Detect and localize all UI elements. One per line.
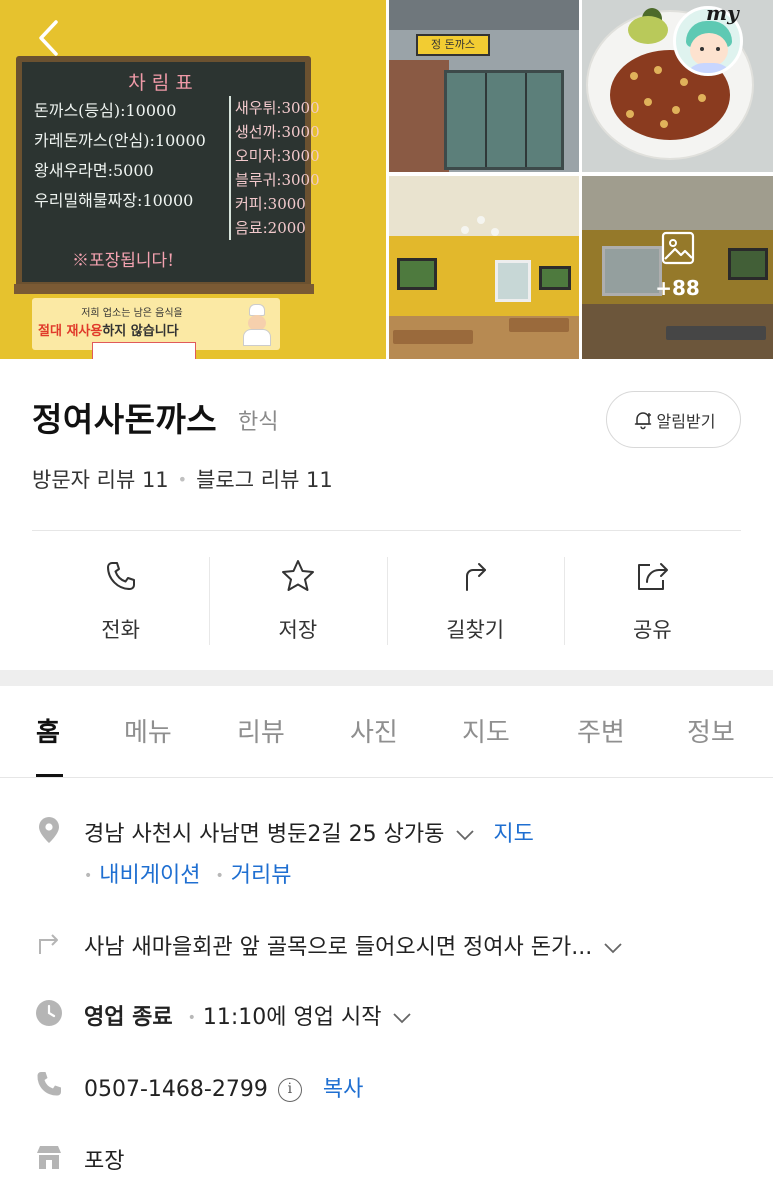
- board-ledge: [14, 284, 314, 294]
- address-row: 경남 사천시 사남면 병둔2길 25 상가동 지도: [84, 816, 534, 848]
- separator-dot: •: [215, 868, 224, 884]
- phone-icon: [37, 1072, 61, 1096]
- directions-label: 길찾기: [446, 618, 505, 642]
- route-icon: [39, 934, 58, 954]
- section-gap: [0, 670, 773, 686]
- store-icon: [37, 1146, 61, 1169]
- menu-board-side-item: 음료:2000: [235, 219, 306, 237]
- separator-dot: •: [177, 469, 188, 489]
- tab-info[interactable]: 정보: [687, 712, 735, 749]
- clock-icon: [36, 1000, 62, 1026]
- blog-reviews-link[interactable]: 블로그 리뷰 11: [196, 464, 333, 494]
- tab-bar: 홈 메뉴 리뷰 사진 지도 주변 정보: [0, 686, 773, 778]
- menu-board-item: 카레돈까스(안심):10000: [34, 131, 206, 150]
- address-links-row: • 내비게이션 • 거리뷰: [84, 857, 291, 889]
- info-icon[interactable]: i: [277, 1078, 302, 1102]
- notify-button-label: 알림받기: [656, 411, 716, 431]
- copy-phone-link[interactable]: 복사: [323, 1077, 363, 1102]
- chevron-down-icon[interactable]: [604, 942, 622, 954]
- place-name: 정여사돈까스: [32, 400, 218, 439]
- photo-gallery[interactable]: 차림표 돈까스(등심):10000 카레돈까스(안심):10000 왕새우라면:…: [0, 0, 773, 359]
- tab-menu[interactable]: 메뉴: [124, 712, 172, 749]
- more-photos-count: +88: [655, 276, 700, 300]
- share-label: 공유: [633, 618, 672, 642]
- star-icon: [281, 560, 314, 591]
- next-open-time: 11:10에 영업 시작: [202, 1005, 382, 1030]
- tab-photos[interactable]: 사진: [350, 712, 398, 749]
- active-tab-indicator: [36, 774, 63, 777]
- tab-map[interactable]: 지도: [462, 712, 510, 749]
- image-icon: [661, 231, 695, 265]
- review-summary: 방문자 리뷰 11 • 블로그 리뷰 11: [32, 464, 333, 494]
- photo-more[interactable]: +88: [582, 176, 773, 359]
- business-status: 영업 종료: [84, 1005, 173, 1030]
- directions-text: 사남 새마을회관 앞 골목으로 들어오시면 정여사 돈가...: [84, 935, 593, 960]
- menu-board-side-item: 오미자:3000: [235, 147, 320, 165]
- separator-dot: •: [187, 1010, 196, 1026]
- tab-reviews[interactable]: 리뷰: [237, 712, 285, 749]
- visitor-reviews-link[interactable]: 방문자 리뷰 11: [32, 464, 169, 494]
- map-link[interactable]: 지도: [493, 822, 533, 847]
- menu-board-title: 차림표: [128, 72, 199, 94]
- menu-board-item: 우리밀해물짜장:10000: [34, 191, 194, 210]
- location-pin-icon: [39, 817, 59, 843]
- address-text: 경남 사천시 사남면 병둔2길 25 상가동: [84, 822, 445, 847]
- phone-row: 0507-1468-2799 i 복사: [84, 1071, 363, 1103]
- bell-plus-icon: [634, 411, 651, 429]
- back-chevron-icon[interactable]: [32, 18, 72, 58]
- tab-home[interactable]: 홈: [36, 712, 60, 749]
- my-label[interactable]: my: [706, 1, 739, 25]
- photo-dining-room[interactable]: [389, 176, 579, 359]
- place-category: 한식: [238, 410, 279, 435]
- menu-board-note: ※포장됩니다!: [72, 251, 175, 271]
- store-sign: 정 돈까스: [416, 34, 490, 56]
- share-icon: [638, 563, 669, 590]
- tab-nearby[interactable]: 주변: [577, 712, 625, 749]
- notify-button[interactable]: 알림받기: [606, 391, 741, 448]
- storefront-door: [444, 70, 564, 170]
- save-label: 저장: [278, 618, 318, 642]
- chalkboard-menu: 차림표 돈까스(등심):10000 카레돈까스(안심):10000 왕새우라면:…: [16, 56, 320, 288]
- menu-board-item: 돈까스(등심):10000: [34, 101, 177, 120]
- photo-storefront[interactable]: 정 돈까스: [389, 0, 579, 172]
- menu-board-side-item: 새우튀:3000: [235, 99, 320, 117]
- notice-line-1: 저희 업소는 남은 음식을: [81, 308, 183, 319]
- navigation-link[interactable]: 내비게이션: [99, 863, 200, 888]
- chevron-down-icon[interactable]: [393, 1012, 412, 1024]
- menu-board-item: 왕새우라면:5000: [34, 161, 154, 180]
- hours-row[interactable]: 영업 종료 • 11:10에 영업 시작: [84, 999, 412, 1031]
- sign-fragment: [92, 342, 196, 359]
- call-button[interactable]: 전화: [32, 531, 209, 668]
- save-button[interactable]: 저장: [209, 531, 386, 668]
- phone-icon: [106, 562, 135, 590]
- action-bar: 전화 저장 길찾기 공유: [32, 531, 741, 668]
- phone-number[interactable]: 0507-1468-2799: [84, 1077, 268, 1102]
- share-button[interactable]: 공유: [563, 531, 741, 668]
- separator-dot: •: [84, 868, 93, 884]
- service-text: 포장: [84, 1149, 125, 1174]
- directions-button[interactable]: 길찾기: [386, 531, 564, 668]
- chef-illustration: [240, 304, 274, 346]
- call-label: 전화: [101, 618, 140, 642]
- directions-icon: [466, 563, 487, 591]
- notice-line-2: 절대 재사용하지 않습니다: [38, 324, 179, 339]
- chevron-down-icon[interactable]: [456, 829, 474, 841]
- directions-row[interactable]: 사남 새마을회관 앞 골목으로 들어오시면 정여사 돈가...: [84, 929, 622, 961]
- street-view-link[interactable]: 거리뷰: [231, 863, 292, 888]
- menu-board-side-item: 커피:3000: [235, 195, 306, 213]
- menu-board-side-item: 생선까:3000: [235, 123, 320, 141]
- menu-board-side-item: 블루귀:3000: [235, 171, 320, 189]
- more-photos-overlay: [582, 176, 773, 359]
